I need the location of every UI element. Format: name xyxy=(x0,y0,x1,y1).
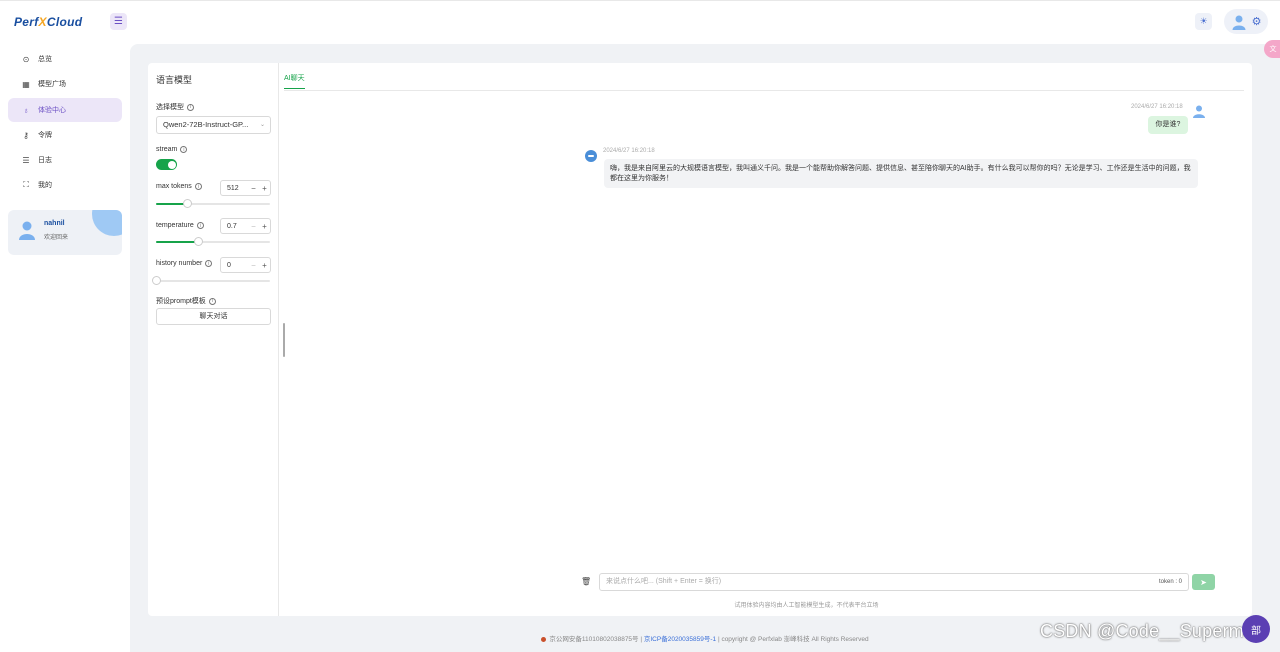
sidebar-item-model-plaza[interactable]: ▦ 模型广场 xyxy=(8,72,122,96)
prompt-template-button[interactable]: 聊天对话 xyxy=(156,308,271,325)
experience-icon: ♁ xyxy=(23,105,29,115)
info-icon: i xyxy=(205,260,213,267)
info-icon: i xyxy=(180,146,188,153)
history-number-label: history number i xyxy=(156,260,213,267)
minus-icon[interactable]: − xyxy=(251,261,256,270)
ai-message-bubble: 嗨，我是来自阿里云的大规模语言模型，我叫通义千问。我是一个能帮助你解答问题、提供… xyxy=(604,159,1198,188)
chat-input-placeholder: 来说点什么吧... (Shift + Enter = 换行) xyxy=(606,578,722,585)
send-button[interactable]: ➤ xyxy=(1192,574,1215,590)
settings-column: 语言模型 选择模型 i Qwen2-72B-Instruct-GP... ⌄ str… xyxy=(148,63,279,616)
log-icon: ☰ xyxy=(22,155,30,165)
theme-toggle-button[interactable]: ☀ xyxy=(1195,13,1212,30)
csdn-watermark: CSDN @Code__Superman xyxy=(1040,621,1265,641)
history-number-value: 0 xyxy=(227,261,231,269)
prompt-template-label: 预设prompt模板 i xyxy=(156,296,216,306)
translate-icon: 文 xyxy=(1269,46,1277,53)
chevron-down-icon: ⌄ xyxy=(259,122,265,128)
temperature-label: temperature i xyxy=(156,222,204,229)
sidebar-item-label: 总览 xyxy=(38,56,52,63)
menu-toggle-button[interactable]: ☰ xyxy=(110,13,127,30)
compass-icon: ⊙ xyxy=(22,54,30,64)
user-avatar-icon xyxy=(1193,105,1205,118)
user-menu-button[interactable]: ⚙ xyxy=(1224,9,1268,34)
stream-label: stream i xyxy=(156,146,188,153)
slider-handle[interactable] xyxy=(152,276,161,285)
scan-user-icon: ⛶ xyxy=(23,180,29,189)
max-tokens-stepper[interactable]: 512 − + xyxy=(220,180,271,196)
copyright: | copyright @ Perfxlab 澎峰科技 All Rights R… xyxy=(716,636,869,643)
minus-icon[interactable]: − xyxy=(251,184,256,193)
icp-link[interactable]: 京ICP备2020035859号-1 xyxy=(644,636,716,643)
clear-chat-trash-icon[interactable]: 🗑 xyxy=(581,577,591,586)
user-message-bubble: 你是谁? xyxy=(1148,116,1188,134)
temperature-slider[interactable] xyxy=(156,237,270,246)
temperature-value: 0.7 xyxy=(227,222,237,230)
ai-message-time: 2024/6/27 16:20:18 xyxy=(603,148,655,154)
floating-assistant-button[interactable]: 部 xyxy=(1242,615,1270,643)
plus-icon[interactable]: + xyxy=(262,261,267,270)
sun-icon: ☀ xyxy=(1199,16,1208,26)
history-number-stepper[interactable]: 0 − + xyxy=(220,257,271,273)
grid-icon: ▦ xyxy=(22,79,30,89)
info-icon: i xyxy=(196,222,204,229)
sidebar-item-label: 我的 xyxy=(38,182,52,189)
sidebar-item-experience-center[interactable]: ♁ 体验中心 xyxy=(8,98,122,122)
settings-title: 语言模型 xyxy=(156,75,193,85)
user-card[interactable]: nahnil 欢迎回来 xyxy=(8,210,122,255)
resize-handle[interactable] xyxy=(283,323,285,357)
sidebar-item-label: 模型广场 xyxy=(38,81,66,88)
ai-avatar-icon xyxy=(585,150,597,162)
user-name: nahnil xyxy=(44,220,65,227)
top-header: PerfXCloud ☰ ☀ ⚙ xyxy=(0,0,1280,44)
info-icon: i xyxy=(208,297,216,305)
slider-handle[interactable] xyxy=(194,237,204,246)
chat-tabs: AI聊天 xyxy=(284,63,1244,91)
slider-handle[interactable] xyxy=(182,199,192,208)
hamburger-icon: ☰ xyxy=(114,16,123,27)
playground-panel: 语言模型 选择模型 i Qwen2-72B-Instruct-GP... ⌄ str… xyxy=(148,63,1252,616)
max-tokens-slider[interactable] xyxy=(156,199,270,208)
user-message-time: 2024/6/27 16:20:18 xyxy=(1131,104,1183,110)
stream-toggle[interactable] xyxy=(156,159,177,170)
plus-icon[interactable]: + xyxy=(262,222,267,231)
perfxcloud-logo[interactable]: PerfXCloud xyxy=(14,15,82,29)
token-counter: token : 0 xyxy=(1158,579,1182,585)
settings-icon: ⚙ xyxy=(1251,16,1262,28)
chat-column: AI聊天 2024/6/27 16:20:18 你是谁? 2024/6/27 1… xyxy=(279,63,1252,616)
sidebar-item-logs[interactable]: ☰ 日志 xyxy=(8,148,122,172)
sidebar: ⊙ 总览 ▦ 模型广场 ♁ 体验中心 ⚷ 令牌 ☰ 日志 ⛶ 我的 nahnil… xyxy=(0,44,130,652)
police-record[interactable]: 京公网安备11010802038875号 xyxy=(549,636,638,643)
user-avatar-icon xyxy=(1232,15,1246,30)
sidebar-item-mine[interactable]: ⛶ 我的 xyxy=(8,173,122,197)
tab-ai-chat[interactable]: AI聊天 xyxy=(284,73,305,89)
police-badge-icon xyxy=(541,636,547,642)
max-tokens-label: max tokens i xyxy=(156,183,202,190)
model-label: 选择模型 i xyxy=(156,102,194,112)
info-icon: i xyxy=(194,183,202,190)
sidebar-item-label: 体验中心 xyxy=(38,107,66,114)
welcome-text: 欢迎回来 xyxy=(44,235,69,241)
sidebar-item-label: 日志 xyxy=(38,157,52,164)
send-icon: ➤ xyxy=(1200,577,1207,587)
sidebar-item-label: 令牌 xyxy=(38,132,52,139)
key-icon: ⚷ xyxy=(23,130,29,140)
temperature-stepper[interactable]: 0.7 − + xyxy=(220,218,271,234)
sidebar-item-token[interactable]: ⚷ 令牌 xyxy=(8,123,122,147)
model-select[interactable]: Qwen2-72B-Instruct-GP... ⌄ xyxy=(156,116,271,134)
plus-icon[interactable]: + xyxy=(262,184,267,193)
minus-icon[interactable]: − xyxy=(251,222,256,231)
chat-input[interactable]: 来说点什么吧... (Shift + Enter = 换行) token : 0 xyxy=(599,573,1189,591)
history-number-slider[interactable] xyxy=(152,276,270,285)
sidebar-item-overview[interactable]: ⊙ 总览 xyxy=(8,47,122,71)
user-avatar-icon xyxy=(19,221,35,240)
max-tokens-value: 512 xyxy=(227,184,239,192)
info-icon: i xyxy=(187,103,194,111)
decorative-circle xyxy=(92,210,122,236)
ai-disclaimer: 试用体验内容均由人工智能模型生成，不代表平台立场 xyxy=(734,603,879,609)
slider-fill xyxy=(156,241,199,243)
translate-side-tab[interactable]: 文 xyxy=(1264,40,1280,58)
